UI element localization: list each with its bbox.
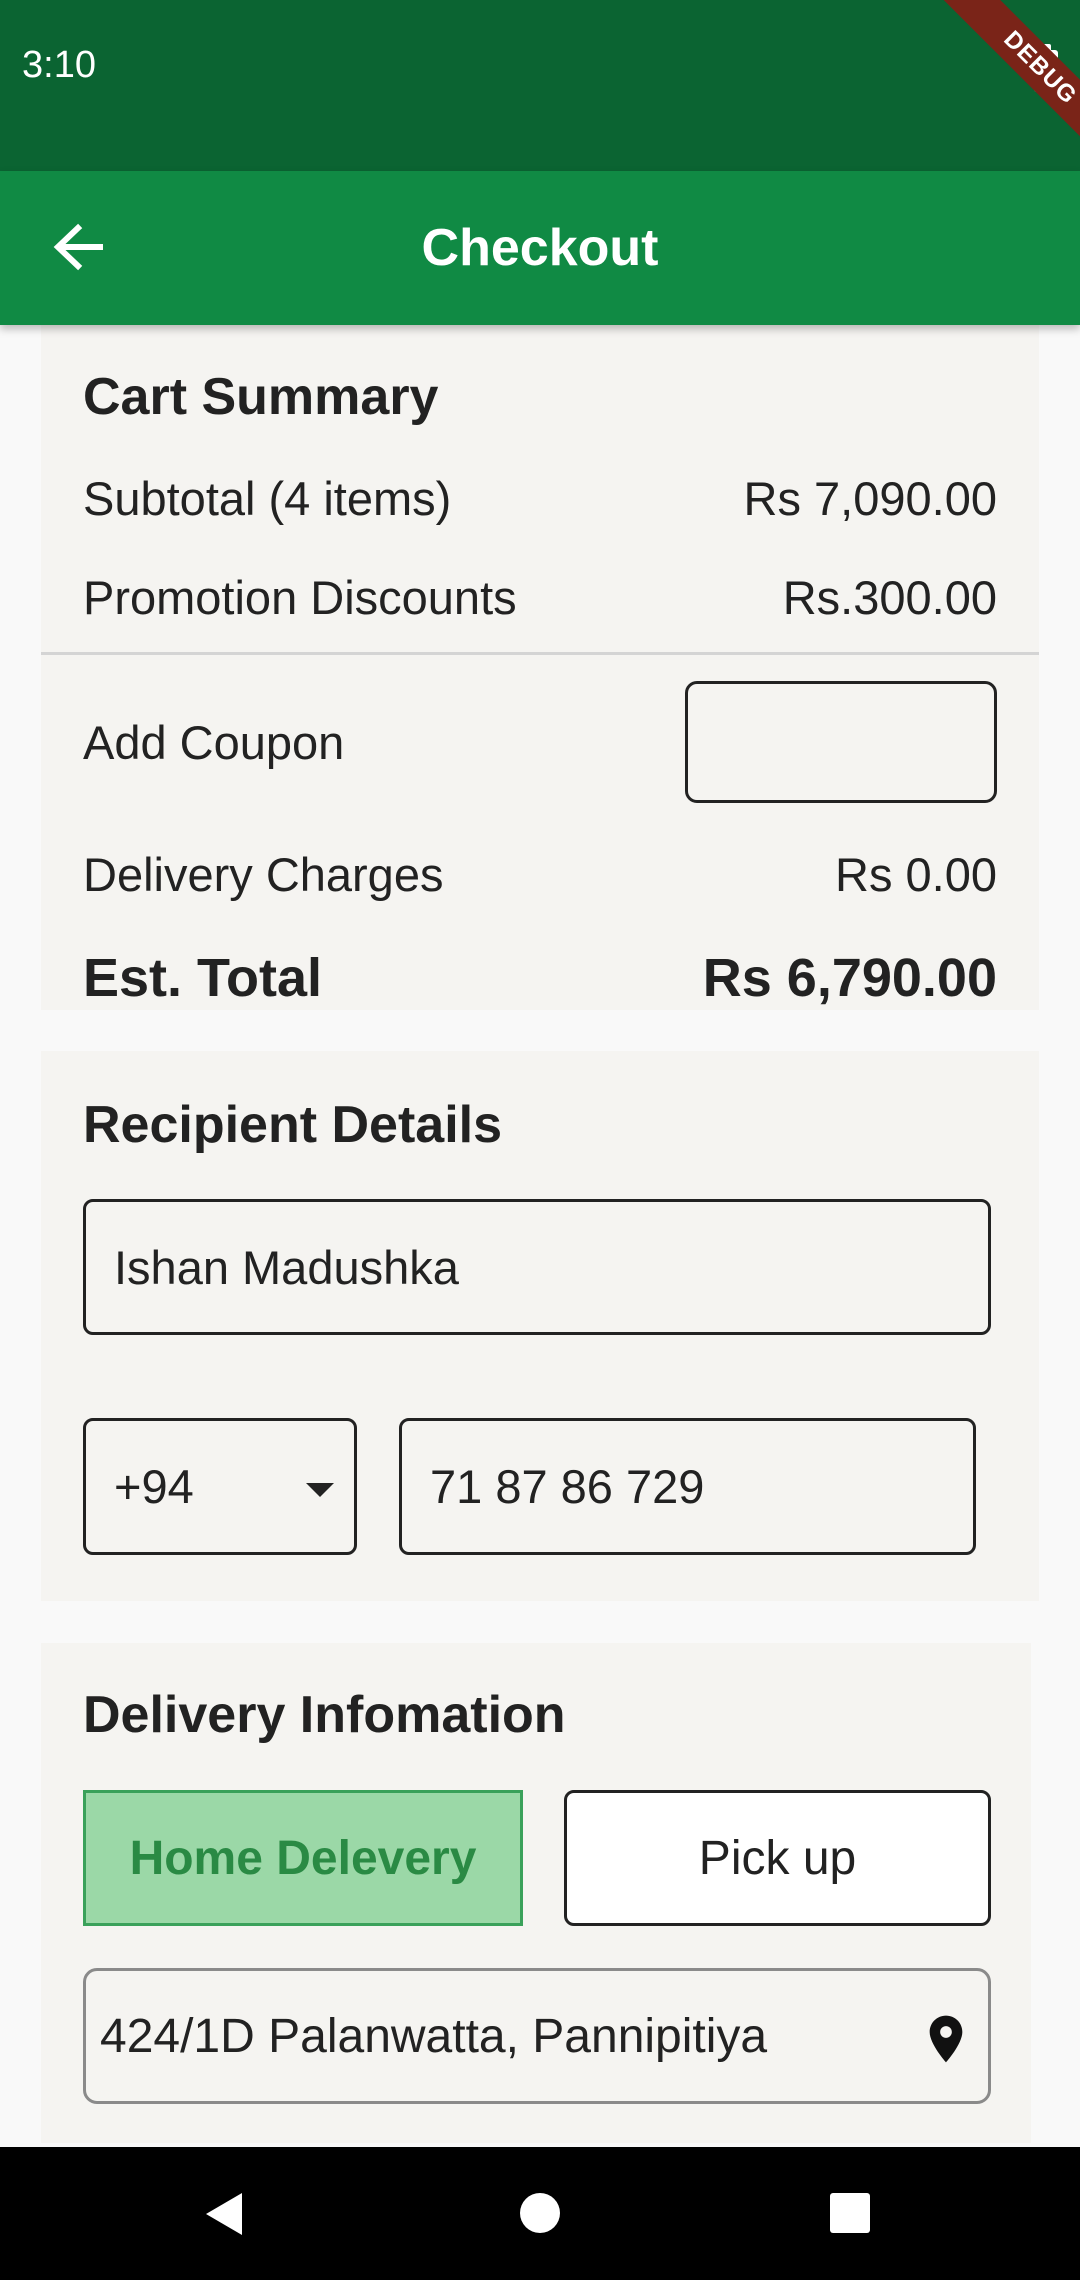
country-code-select[interactable]: +94 <box>83 1418 357 1555</box>
country-code-value: +94 <box>114 1460 194 1513</box>
delivery-information-title: Delivery Infomation <box>83 1686 566 1744</box>
cart-summary-card: Cart Summary Subtotal (4 items) Rs 7,090… <box>41 325 1039 1010</box>
page-title: Checkout <box>421 219 659 277</box>
nav-recents-icon[interactable] <box>830 2193 870 2233</box>
phone-number-field[interactable]: 71 87 86 729 <box>399 1418 976 1555</box>
subtotal-value: Rs 7,090.00 <box>743 472 997 525</box>
delivery-address-field[interactable]: 424/1D Palanwatta, Pannipitiya <box>83 1968 991 2104</box>
system-nav-bar <box>0 2147 1080 2280</box>
phone-number-value: 71 87 86 729 <box>430 1460 705 1513</box>
nav-back-icon[interactable] <box>204 2191 244 2237</box>
arrow-left-icon <box>53 223 103 271</box>
promotion-value: Rs.300.00 <box>782 571 997 624</box>
subtotal-label: Subtotal (4 items) <box>83 472 452 525</box>
divider <box>41 652 1039 655</box>
dropdown-caret-icon <box>306 1483 334 1497</box>
coupon-label: Add Coupon <box>83 716 345 769</box>
delivery-charges-value: Rs 0.00 <box>835 848 997 901</box>
recipient-details-title: Recipient Details <box>83 1096 503 1154</box>
home-delivery-label: Home Delevery <box>129 1831 477 1885</box>
nav-home-icon[interactable] <box>520 2193 560 2233</box>
back-button[interactable] <box>40 209 116 285</box>
promotion-label: Promotion Discounts <box>83 571 517 624</box>
recipient-name-value: Ishan Madushka <box>114 1240 459 1294</box>
status-bar: 3:10 <box>0 0 1080 171</box>
recipient-name-field[interactable]: Ishan Madushka <box>83 1199 991 1335</box>
delivery-charges-label: Delivery Charges <box>83 848 444 901</box>
app-bar: Checkout <box>0 171 1080 325</box>
est-total-value: Rs 6,790.00 <box>702 948 997 1008</box>
pickup-button[interactable]: Pick up <box>564 1790 991 1926</box>
cart-summary-title: Cart Summary <box>83 368 439 426</box>
status-time: 3:10 <box>22 44 96 86</box>
est-total-label: Est. Total <box>83 948 323 1008</box>
delivery-information-card: Delivery Infomation Home Delevery Pick u… <box>41 1643 1031 2143</box>
delivery-address-value: 424/1D Palanwatta, Pannipitiya <box>100 2009 768 2063</box>
coupon-input[interactable] <box>685 681 997 803</box>
location-pin-icon[interactable] <box>918 2009 974 2069</box>
pickup-label: Pick up <box>698 1831 857 1885</box>
recipient-details-card: Recipient Details Ishan Madushka +94 71 … <box>41 1051 1039 1601</box>
home-delivery-button[interactable]: Home Delevery <box>83 1790 523 1926</box>
